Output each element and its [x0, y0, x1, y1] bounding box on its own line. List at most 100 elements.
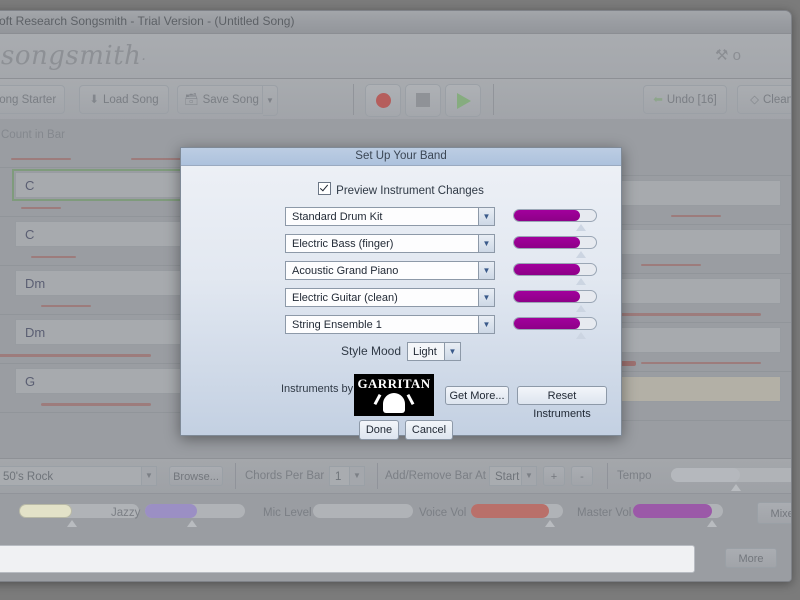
chevron-down-icon[interactable]: ▼ — [478, 208, 494, 225]
songsmith-wordmark: songsmith· — [1, 41, 146, 71]
browse-button[interactable]: Browse... — [169, 466, 223, 486]
piano-track-volume-slider[interactable] — [513, 263, 597, 285]
preview-instrument-changes-label: Preview Instrument Changes — [336, 185, 484, 197]
cancel-button[interactable]: Cancel — [405, 420, 453, 440]
wordmark-dot: · — [141, 52, 147, 68]
done-button[interactable]: Done — [359, 420, 399, 440]
jazzy-label: Jazzy — [111, 507, 141, 519]
song-starter-button[interactable]: ♪Song Starter — [0, 85, 65, 114]
style-select[interactable]: 50's Rock ▼ — [0, 466, 157, 486]
set-up-your-band-dialog: Set Up Your Band Preview Instrument Chan… — [180, 147, 622, 440]
chevron-down-icon[interactable]: ▼ — [521, 467, 536, 485]
bass-track-volume-slider[interactable] — [513, 236, 597, 258]
bass-track-select[interactable]: Electric Bass (finger) ▼ — [285, 234, 495, 253]
drum-track-volume-fill — [514, 210, 580, 221]
volume-row: Jazzy Mic Level Voice Vol Master Vol Mix — [0, 494, 791, 540]
get-more-button[interactable]: Get More... — [445, 386, 509, 405]
garritan-logo: GARRITAN — [354, 374, 434, 416]
remove-bar-button[interactable]: - — [571, 466, 593, 486]
instruments-brand-row: Instruments by GARRITAN Get More... Rese… — [181, 370, 621, 420]
tools-label: o — [732, 47, 741, 64]
stop-button[interactable] — [405, 84, 441, 117]
dialog-title: Set Up Your Band — [181, 148, 621, 166]
jazzy-slider[interactable] — [145, 504, 245, 527]
master-vol-slider-thumb[interactable] — [707, 520, 717, 527]
count-in-bar-label: Count in Bar — [1, 129, 65, 141]
drum-track-select[interactable]: Standard Drum Kit ▼ — [285, 207, 495, 226]
happy-slider-thumb[interactable] — [67, 520, 77, 527]
chevron-down-icon[interactable]: ▼ — [444, 343, 460, 360]
tools-icon[interactable]: ⚒ o — [715, 46, 775, 66]
master-vol-label: Master Vol — [577, 507, 632, 519]
chevron-down-icon[interactable]: ▼ — [478, 289, 494, 306]
screen: oft Research Songsmith - Trial Version -… — [0, 0, 800, 600]
strings-track-select[interactable]: String Ensemble 1 ▼ — [285, 315, 495, 334]
chord-value: Dm — [25, 276, 46, 291]
drum-track-volume-slider[interactable] — [513, 209, 597, 231]
happy-slider-fill — [19, 504, 72, 518]
piano-track-volume-thumb[interactable] — [576, 278, 586, 285]
style-mood-select[interactable]: Light ▼ — [407, 342, 461, 361]
bass-track-volume-thumb[interactable] — [576, 251, 586, 258]
song-starter-label: Song Starter — [0, 94, 57, 106]
voice-vol-slider[interactable] — [471, 504, 563, 527]
chevron-down-icon[interactable]: ▼ — [478, 316, 494, 333]
strings-track-volume-thumb[interactable] — [576, 332, 586, 339]
drum-track-volume-thumb[interactable] — [576, 224, 586, 231]
chords-per-bar-select[interactable]: 1 ▼ — [329, 466, 365, 486]
clean-slate-button[interactable]: ◇Clean S — [737, 85, 791, 114]
guitar-track-volume-fill — [514, 291, 580, 302]
record-button[interactable] — [365, 84, 401, 117]
chevron-down-icon[interactable]: ▼ — [141, 467, 156, 485]
chevron-down-icon[interactable]: ▼ — [349, 467, 364, 485]
jazzy-slider-thumb[interactable] — [187, 520, 197, 527]
strings-track-volume-slider[interactable] — [513, 317, 597, 339]
window-title: oft Research Songsmith - Trial Version -… — [0, 14, 295, 28]
undo-arrow-icon: ⬅ — [653, 94, 663, 106]
window-titlebar: oft Research Songsmith - Trial Version -… — [0, 11, 791, 34]
preview-instrument-changes-row[interactable]: Preview Instrument Changes — [181, 181, 621, 199]
guitar-track-volume-thumb[interactable] — [576, 305, 586, 312]
save-icon: 🗃 — [184, 94, 199, 106]
piano-track-volume-fill — [514, 264, 580, 275]
jazzy-slider-fill — [145, 504, 197, 518]
guitar-track-value: Electric Guitar (clean) — [292, 292, 398, 304]
load-song-button[interactable]: ⬇ Load Song — [79, 85, 169, 114]
guitar-track-select[interactable]: Electric Guitar (clean) ▼ — [285, 288, 495, 307]
piano-track-row: Piano Track Acoustic Grand Piano ▼ — [181, 261, 621, 288]
chord-value: Dm — [25, 325, 46, 340]
main-toolbar: ♪Song Starter ⬇ Load Song 🗃Save Song ▼ ⬅U… — [0, 79, 791, 122]
save-song-dropdown-arrow[interactable]: ▼ — [263, 85, 278, 116]
strings-track-row: Strings Track String Ensemble 1 ▼ — [181, 315, 621, 342]
tools-glyph: ⚒ — [715, 47, 729, 64]
lyric-input[interactable] — [0, 545, 695, 573]
garritan-figure-right-arm — [406, 393, 415, 406]
play-button[interactable] — [445, 84, 481, 117]
preview-instrument-changes-checkbox[interactable] — [318, 182, 332, 195]
add-remove-position-select[interactable]: Start ▼ — [489, 466, 537, 486]
more-button[interactable]: More — [725, 548, 777, 568]
piano-track-select[interactable]: Acoustic Grand Piano ▼ — [285, 261, 495, 280]
lyric-row: More — [0, 539, 791, 581]
master-vol-slider[interactable] — [633, 504, 723, 527]
guitar-track-volume-slider[interactable] — [513, 290, 597, 312]
undo-button[interactable]: ⬅ Undo [16] — [643, 85, 727, 114]
add-remove-bar-label: Add/Remove Bar At — [385, 470, 486, 482]
tempo-slider-thumb[interactable] — [731, 484, 741, 491]
stop-icon — [416, 93, 430, 107]
chevron-down-icon[interactable]: ▼ — [478, 235, 494, 252]
drum-track-row: Drum Track Standard Drum Kit ▼ — [181, 207, 621, 234]
save-song-button[interactable]: 🗃 Save Song — [177, 85, 263, 114]
chevron-down-icon[interactable]: ▼ — [478, 262, 494, 279]
reset-instruments-button[interactable]: Reset Instruments — [517, 386, 607, 420]
mixer-button[interactable]: Mixer — [757, 502, 791, 524]
load-song-label: Load Song — [103, 94, 159, 106]
chords-per-bar-value: 1 — [335, 471, 342, 483]
strings-track-volume-fill — [514, 318, 580, 329]
add-bar-button[interactable]: + — [543, 466, 565, 486]
instruments-by-label: Instruments by — [281, 383, 354, 395]
tempo-slider[interactable] — [671, 468, 791, 491]
chords-per-bar-label: Chords Per Bar — [245, 470, 325, 482]
voice-vol-slider-thumb[interactable] — [545, 520, 555, 527]
mic-level-slider[interactable] — [313, 504, 413, 518]
